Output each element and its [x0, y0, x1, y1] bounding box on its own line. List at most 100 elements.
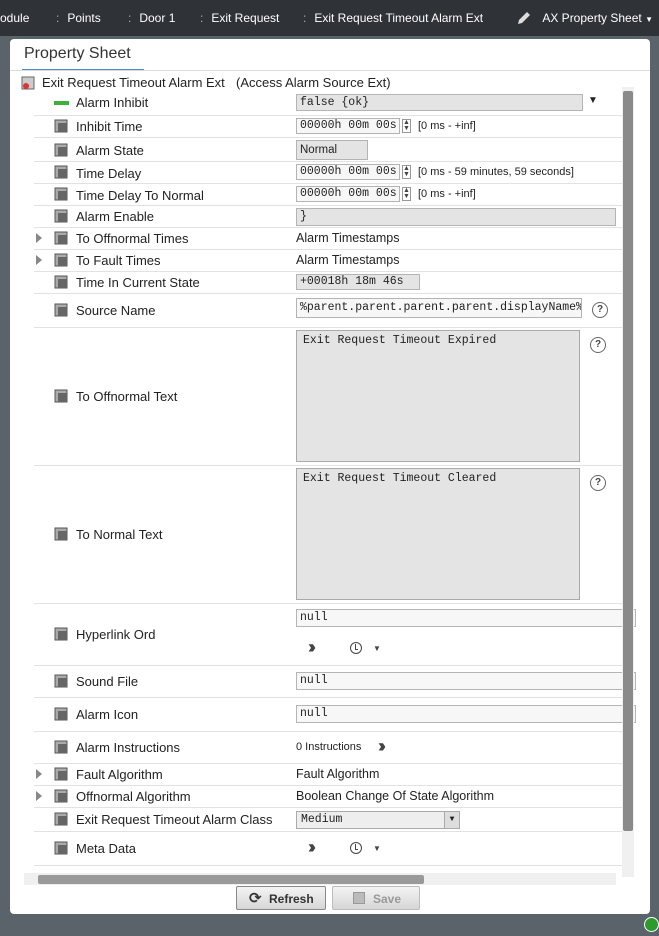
- cube-icon: [54, 527, 68, 541]
- cube-icon: [54, 209, 68, 223]
- row-alarm-enable: Alarm Enable }: [34, 205, 630, 228]
- row-inhibit-time: Inhibit Time 00000h 00m 00s ▲ ▼ [0 ms - +…: [34, 115, 630, 138]
- breadcrumb-alarm-ext[interactable]: : Exit Request Timeout Alarm Ext: [303, 11, 483, 25]
- row-time-delay-to-normal: Time Delay To Normal 00000h 00m 00s ▲ ▼ […: [34, 183, 630, 206]
- expand-arrow-icon[interactable]: [36, 791, 42, 801]
- save-icon: [353, 892, 365, 904]
- sound-file-field[interactable]: null: [296, 672, 636, 690]
- time-delay-to-normal-field[interactable]: 00000h 00m 00s: [296, 186, 400, 202]
- chevron-down-icon[interactable]: ▼: [373, 844, 381, 853]
- breadcrumb-points[interactable]: : Points: [56, 11, 101, 25]
- inhibit-status-icon: [54, 101, 69, 105]
- cube-icon: [54, 231, 68, 245]
- breadcrumb-exit-request[interactable]: : Exit Request: [200, 11, 279, 25]
- offnormal-algorithm-value: Boolean Change Of State Algorithm: [296, 789, 495, 803]
- view-selector-label: AX Property Sheet: [542, 11, 642, 25]
- label-alarm-class: Exit Request Timeout Alarm Class: [76, 812, 273, 827]
- time-delay-to-normal-spinner[interactable]: ▲ ▼: [402, 187, 411, 201]
- cube-icon: [54, 841, 68, 855]
- top-navigation-bar: odule : Points : Door 1 : Exit Request : Exi…: [0, 0, 659, 36]
- chevron-double-right-icon[interactable]: ››: [308, 837, 316, 858]
- label-hyperlink-ord: Hyperlink Ord: [76, 627, 156, 642]
- label-to-fault-times: To Fault Times: [76, 253, 161, 268]
- expand-arrow-icon[interactable]: [36, 769, 42, 779]
- to-offnormal-text-area[interactable]: Exit Request Timeout Expired: [296, 330, 580, 462]
- label-alarm-inhibit: Alarm Inhibit: [76, 95, 149, 110]
- horizontal-scrollbar[interactable]: [24, 873, 616, 885]
- chevron-double-right-icon[interactable]: ››: [308, 637, 316, 658]
- clock-icon[interactable]: [350, 842, 362, 854]
- time-delay-spinner[interactable]: ▲ ▼: [402, 165, 411, 179]
- chevron-down-icon[interactable]: ▼: [373, 644, 381, 653]
- dropdown-arrow-icon[interactable]: ▼: [588, 95, 598, 106]
- refresh-label: Refresh: [269, 892, 314, 906]
- time-delay-range: [0 ms - 59 minutes, 59 seconds]: [418, 166, 574, 178]
- row-to-fault-times[interactable]: To Fault Times Alarm Timestamps: [34, 249, 630, 272]
- row-hyperlink-ord: Hyperlink Ord null ›› ▼: [34, 603, 636, 666]
- clock-icon[interactable]: [350, 642, 362, 654]
- expand-arrow-icon[interactable]: [36, 233, 42, 243]
- inhibit-time-range: [0 ms - +inf]: [418, 120, 476, 132]
- breadcrumb-module[interactable]: odule: [0, 11, 29, 25]
- label-alarm-icon: Alarm Icon: [76, 707, 139, 722]
- vertical-scroll-thumb[interactable]: [623, 91, 633, 831]
- breadcrumb-points-label: Points: [67, 11, 101, 25]
- row-time-delay: Time Delay 00000h 00m 00s ▲ ▼ [0 ms - 59 …: [34, 161, 630, 184]
- to-fault-times-value: Alarm Timestamps: [296, 253, 400, 267]
- cube-icon: [54, 740, 68, 754]
- cube-icon: [54, 707, 68, 721]
- alarm-class-select[interactable]: Medium ▼: [296, 811, 460, 829]
- chevron-double-right-icon[interactable]: ››: [378, 736, 386, 757]
- cube-icon: [54, 389, 68, 403]
- cube-icon: [54, 143, 68, 157]
- chevron-down-icon[interactable]: ▼: [444, 812, 459, 828]
- row-fault-algorithm[interactable]: Fault Algorithm Fault Algorithm: [34, 763, 630, 786]
- cube-icon: [54, 253, 68, 267]
- cube-icon: [54, 812, 68, 826]
- pencil-icon[interactable]: [516, 10, 532, 26]
- cube-icon: [54, 767, 68, 781]
- tab-property-sheet[interactable]: Property Sheet: [22, 39, 144, 71]
- cube-icon: [54, 303, 68, 317]
- cube-icon: [54, 674, 68, 688]
- chevron-down-icon: ▼: [645, 15, 653, 24]
- save-button[interactable]: Save: [332, 886, 420, 910]
- status-ok-icon: [644, 917, 659, 932]
- row-meta-data: Meta Data ›› ▼: [34, 831, 630, 866]
- refresh-button[interactable]: ⟳ Refresh: [236, 886, 326, 910]
- source-name-field[interactable]: %parent.parent.parent.parent.displayName…: [296, 298, 582, 318]
- to-normal-text-area[interactable]: Exit Request Timeout Cleared: [296, 468, 580, 600]
- label-time-in-current-state: Time In Current State: [76, 275, 200, 290]
- header-name: Exit Request Timeout Alarm Ext: [42, 75, 225, 90]
- vertical-scrollbar[interactable]: [622, 87, 634, 877]
- row-offnormal-algorithm[interactable]: Offnormal Algorithm Boolean Change Of St…: [34, 785, 630, 808]
- breadcrumb-door[interactable]: : Door 1: [128, 11, 175, 25]
- expand-arrow-icon[interactable]: [36, 255, 42, 265]
- label-time-delay-to-normal: Time Delay To Normal: [76, 188, 204, 203]
- label-to-offnormal-text: To Offnormal Text: [76, 389, 178, 404]
- cube-icon: [54, 627, 68, 641]
- label-alarm-enable: Alarm Enable: [76, 209, 155, 224]
- label-sound-file: Sound File: [76, 674, 139, 689]
- view-selector[interactable]: AX Property Sheet ▼: [542, 11, 653, 25]
- inhibit-time-field[interactable]: 00000h 00m 00s: [296, 118, 400, 134]
- header-type: (Access Alarm Source Ext): [236, 75, 391, 90]
- alarm-enable-field[interactable]: }: [296, 208, 616, 226]
- help-icon[interactable]: ?: [590, 337, 606, 353]
- hyperlink-ord-field[interactable]: null: [296, 609, 636, 627]
- cube-icon: [54, 789, 68, 803]
- row-to-offnormal-times[interactable]: To Offnormal Times Alarm Timestamps: [34, 227, 630, 250]
- alarm-inhibit-field[interactable]: false {ok}: [296, 94, 583, 111]
- horizontal-scroll-thumb[interactable]: [38, 875, 424, 884]
- property-sheet: Exit Request Timeout Alarm Ext (Access A…: [20, 71, 636, 871]
- help-icon[interactable]: ?: [590, 475, 606, 491]
- time-delay-field[interactable]: 00000h 00m 00s: [296, 164, 400, 180]
- inhibit-time-spinner[interactable]: ▲ ▼: [402, 119, 411, 133]
- row-source-name: Source Name %parent.parent.parent.parent…: [34, 293, 630, 328]
- label-alarm-state: Alarm State: [76, 143, 144, 158]
- alarm-icon-field[interactable]: null: [296, 705, 636, 723]
- label-meta-data: Meta Data: [76, 841, 136, 856]
- cube-icon: [54, 187, 68, 201]
- save-label: Save: [373, 892, 402, 906]
- help-icon[interactable]: ?: [592, 302, 608, 318]
